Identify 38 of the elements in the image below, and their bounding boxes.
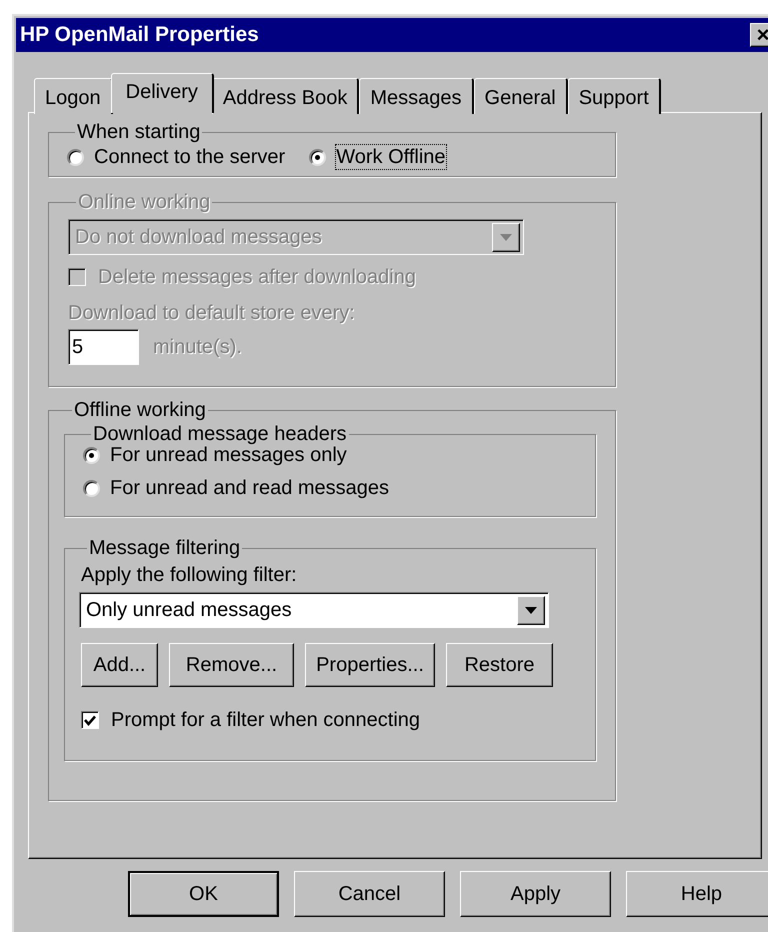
radio-button[interactable] [67,148,84,166]
field-label: Apply the following filter: [81,563,298,587]
dialog-button[interactable]: OK [128,871,279,917]
check-icon [84,714,96,726]
action-button[interactable]: Restore [446,643,553,687]
radio-label: Connect to the server [94,145,286,169]
radio-label: Work Offline [336,145,446,169]
group-title: Offline working [72,399,208,421]
dialog-button[interactable]: Cancel [294,871,445,917]
tab[interactable]: Messages [359,78,474,114]
field-label: Download to default store every: [68,301,356,325]
dialog-button[interactable]: Help [626,871,768,917]
window-title: HP OpenMail Properties [20,22,259,48]
tab[interactable]: Logon [34,78,113,114]
checkbox-label: Prompt for a filter when connecting [111,708,420,732]
radio-label: For unread and read messages [110,476,390,500]
action-button[interactable]: Properties... [305,643,435,687]
dropdown-button[interactable] [517,596,545,624]
checkbox-label: Delete messages after downloading [98,265,416,289]
radio-button[interactable] [83,446,100,464]
tab[interactable]: General [474,78,568,114]
radio-button[interactable] [309,148,326,166]
radio-label: For unread messages only [110,444,347,467]
caret-icon [525,606,537,614]
dialog-button[interactable]: Apply [460,871,611,917]
action-button[interactable]: Add... [81,643,158,687]
radio-button[interactable] [83,480,100,496]
unit-label: minute(s). [153,335,242,360]
caret-icon [500,234,512,240]
dropdown-field[interactable]: Only unread messages [79,592,549,628]
dropdown-value: Do not download messages [75,225,322,250]
checkbox[interactable] [81,711,99,729]
tab[interactable]: Support [568,78,661,114]
tab[interactable]: Delivery [110,73,214,113]
tab[interactable]: Address Book [212,78,360,114]
action-button[interactable]: Remove... [169,643,294,687]
dropdown-value: Only unread messages [86,598,292,623]
group-title: When starting [75,121,202,143]
